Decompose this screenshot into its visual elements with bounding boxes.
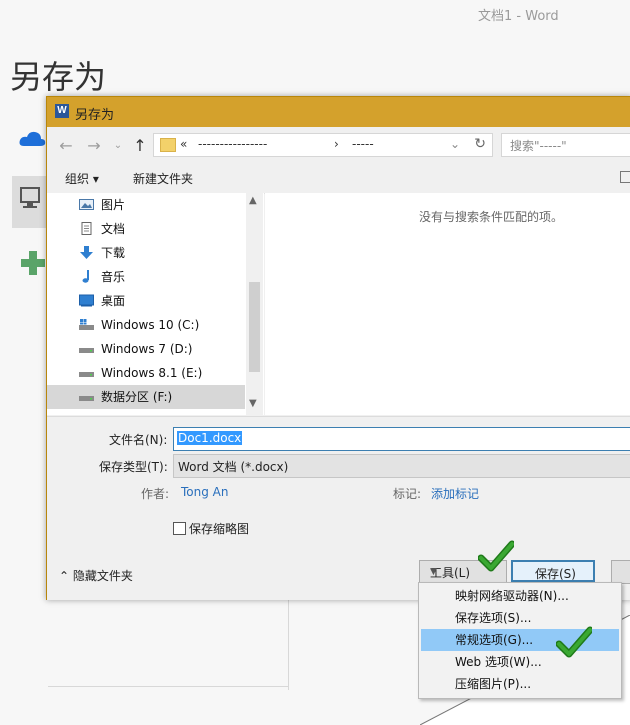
breadcrumb-item[interactable]: ----- xyxy=(352,137,374,151)
word-app-icon: W xyxy=(55,104,69,118)
filename-value: Doc1.docx xyxy=(177,431,243,445)
divider xyxy=(288,600,289,690)
nav-item-label: 桌面 xyxy=(101,294,126,308)
breadcrumb-separator[interactable]: › xyxy=(334,137,339,151)
nav-item-label: 数据分区 (F:) xyxy=(101,390,173,404)
hide-folders-label: 隐藏文件夹 xyxy=(72,569,133,583)
nav-item-label: Windows 8.1 (E:) xyxy=(101,366,203,380)
nav-item-drive-c[interactable]: Windows 10 (C:) xyxy=(75,313,245,337)
breadcrumb-overflow[interactable]: « xyxy=(180,137,187,151)
dialog-titlebar[interactable]: W 另存为 xyxy=(47,97,630,127)
filename-label: 文件名(N): xyxy=(109,433,168,447)
nav-item-label: 文档 xyxy=(101,222,126,236)
nav-item-label: 图片 xyxy=(101,198,126,212)
nav-item-drive-e[interactable]: Windows 8.1 (E:) xyxy=(75,361,245,385)
nav-item-drive-d[interactable]: Windows 7 (D:) xyxy=(75,337,245,361)
menu-item-map-network-drive[interactable]: 映射网络驱动器(N)... xyxy=(421,585,619,607)
nav-scrollbar[interactable]: ▲ ▼ xyxy=(246,193,263,415)
address-row: ← → ⌄ ↑ « ---------------- › ----- ⌄ ↻ 搜… xyxy=(47,127,630,163)
downloads-icon xyxy=(80,246,93,259)
dialog-title: 另存为 xyxy=(75,108,115,123)
drive-icon xyxy=(79,348,94,353)
checkmark-annotation-icon xyxy=(478,540,514,572)
cancel-button[interactable] xyxy=(611,560,630,584)
save-as-dialog: W 另存为 ← → ⌄ ↑ « ---------------- › -----… xyxy=(46,96,630,600)
nav-item-label: Windows 10 (C:) xyxy=(101,318,200,332)
save-form: 文件名(N): Doc1.docx 保存类型(T): Word 文档 (*.do… xyxy=(47,416,630,600)
hide-folders-button[interactable]: ⌃ 隐藏文件夹 xyxy=(59,567,133,584)
save-button[interactable]: 保存(S) xyxy=(511,560,595,582)
author-value[interactable]: Tong An xyxy=(181,485,228,499)
save-thumbnail-checkbox[interactable] xyxy=(173,522,186,535)
filetype-select[interactable]: Word 文档 (*.docx) xyxy=(173,454,630,478)
system-drive-icon xyxy=(79,319,94,330)
documents-icon xyxy=(81,222,92,235)
add-tags-link[interactable]: 添加标记 xyxy=(431,485,479,502)
author-label: 作者: xyxy=(141,487,170,501)
new-folder-button[interactable]: 新建文件夹 xyxy=(133,170,193,187)
save-button-label: 保存(S) xyxy=(535,567,576,581)
checkmark-annotation-icon xyxy=(556,626,592,658)
scroll-up-icon[interactable]: ▲ xyxy=(249,195,257,206)
address-bar[interactable]: « ---------------- › ----- ⌄ ↻ xyxy=(153,133,493,157)
up-arrow-icon[interactable]: ↑ xyxy=(131,136,149,155)
this-pc-place[interactable] xyxy=(12,176,50,228)
scroll-thumb[interactable] xyxy=(249,282,260,372)
address-dropdown-icon[interactable]: ⌄ xyxy=(450,137,460,151)
tags-label: 标记: xyxy=(393,487,422,501)
add-place-icon[interactable] xyxy=(20,250,46,276)
filetype-label: 保存类型(T): xyxy=(99,460,168,474)
filetype-value: Word 文档 (*.docx) xyxy=(178,460,289,474)
recent-chevron-icon[interactable]: ⌄ xyxy=(109,140,127,151)
folder-icon xyxy=(160,138,176,152)
music-icon xyxy=(82,270,89,283)
command-bar: 组织 ▾ 新建文件夹 xyxy=(47,163,630,194)
desktop-icon xyxy=(79,294,94,307)
navigation-pane: 图片 文档 下载 音乐 桌面 Windows 10 (C:) Windows 7… xyxy=(47,193,264,415)
organize-button[interactable]: 组织 ▾ xyxy=(65,170,99,187)
empty-results-message: 没有与搜索条件匹配的项。 xyxy=(419,210,564,224)
forward-arrow-icon[interactable]: → xyxy=(85,136,103,155)
nav-item-label: 音乐 xyxy=(101,270,126,284)
view-options-icon[interactable] xyxy=(620,171,630,183)
scroll-down-icon[interactable]: ▼ xyxy=(249,398,257,409)
onedrive-icon[interactable] xyxy=(18,128,46,150)
search-placeholder: 搜索"-----" xyxy=(510,139,567,153)
menu-item-label: Web 选项(W)... xyxy=(455,655,542,669)
nav-item-desktop[interactable]: 桌面 xyxy=(75,289,245,313)
back-arrow-icon[interactable]: ← xyxy=(57,136,75,155)
search-input[interactable]: 搜索"-----" xyxy=(501,133,630,157)
nav-item-downloads[interactable]: 下载 xyxy=(75,241,245,265)
nav-item-drive-f[interactable]: 数据分区 (F:) xyxy=(47,385,245,409)
pictures-icon xyxy=(79,199,94,210)
nav-item-music[interactable]: 音乐 xyxy=(75,265,245,289)
save-thumbnail-label[interactable]: 保存缩略图 xyxy=(189,520,249,537)
file-list[interactable]: 没有与搜索条件匹配的项。 xyxy=(265,193,630,415)
nav-item-pictures[interactable]: 图片 xyxy=(75,193,245,217)
chevron-up-icon: ⌃ xyxy=(59,569,73,583)
menu-item-label: 映射网络驱动器(N)... xyxy=(455,589,569,603)
window-title: 文档1 - Word xyxy=(478,9,559,24)
computer-icon xyxy=(20,187,40,208)
menu-item-label: 保存选项(S)... xyxy=(455,611,532,625)
filename-input[interactable]: Doc1.docx xyxy=(173,427,630,451)
page-heading: 另存为 xyxy=(10,58,107,96)
breadcrumb-item[interactable]: ---------------- xyxy=(198,137,267,151)
drive-icon xyxy=(79,396,94,401)
menu-item-compress-pictures[interactable]: 压缩图片(P)... xyxy=(421,673,619,695)
menu-item-label: 常规选项(G)... xyxy=(455,633,534,647)
nav-item-label: Windows 7 (D:) xyxy=(101,342,193,356)
nav-item-label: 下载 xyxy=(101,246,126,260)
refresh-icon[interactable]: ↻ xyxy=(474,136,486,152)
divider xyxy=(48,686,288,687)
nav-item-documents[interactable]: 文档 xyxy=(75,217,245,241)
menu-item-label: 压缩图片(P)... xyxy=(455,677,532,691)
drive-icon xyxy=(79,372,94,377)
